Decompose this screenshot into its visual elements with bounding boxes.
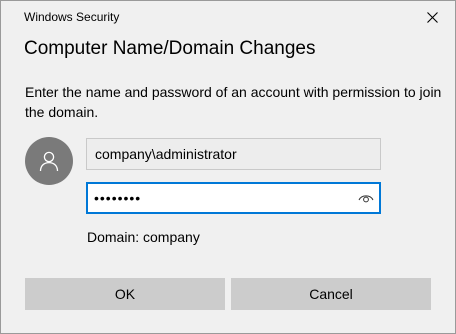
avatar (25, 137, 73, 185)
reveal-password-button[interactable] (357, 189, 375, 207)
username-field[interactable] (86, 138, 381, 170)
close-button[interactable] (417, 4, 447, 30)
cancel-button[interactable]: Cancel (231, 278, 431, 310)
password-field[interactable] (88, 184, 350, 212)
dialog-heading: Computer Name/Domain Changes (24, 38, 316, 59)
eye-icon (358, 195, 374, 203)
security-dialog: Windows Security Computer Name/Domain Ch… (0, 0, 456, 334)
dialog-description: Enter the name and password of an accoun… (25, 84, 442, 120)
title-bar: Windows Security (1, 1, 455, 33)
close-icon (426, 11, 438, 23)
domain-label: Domain: company (87, 229, 200, 245)
user-icon (39, 151, 59, 172)
password-field-container (86, 182, 381, 214)
ok-button[interactable]: OK (25, 278, 225, 310)
window-title: Windows Security (24, 10, 120, 24)
